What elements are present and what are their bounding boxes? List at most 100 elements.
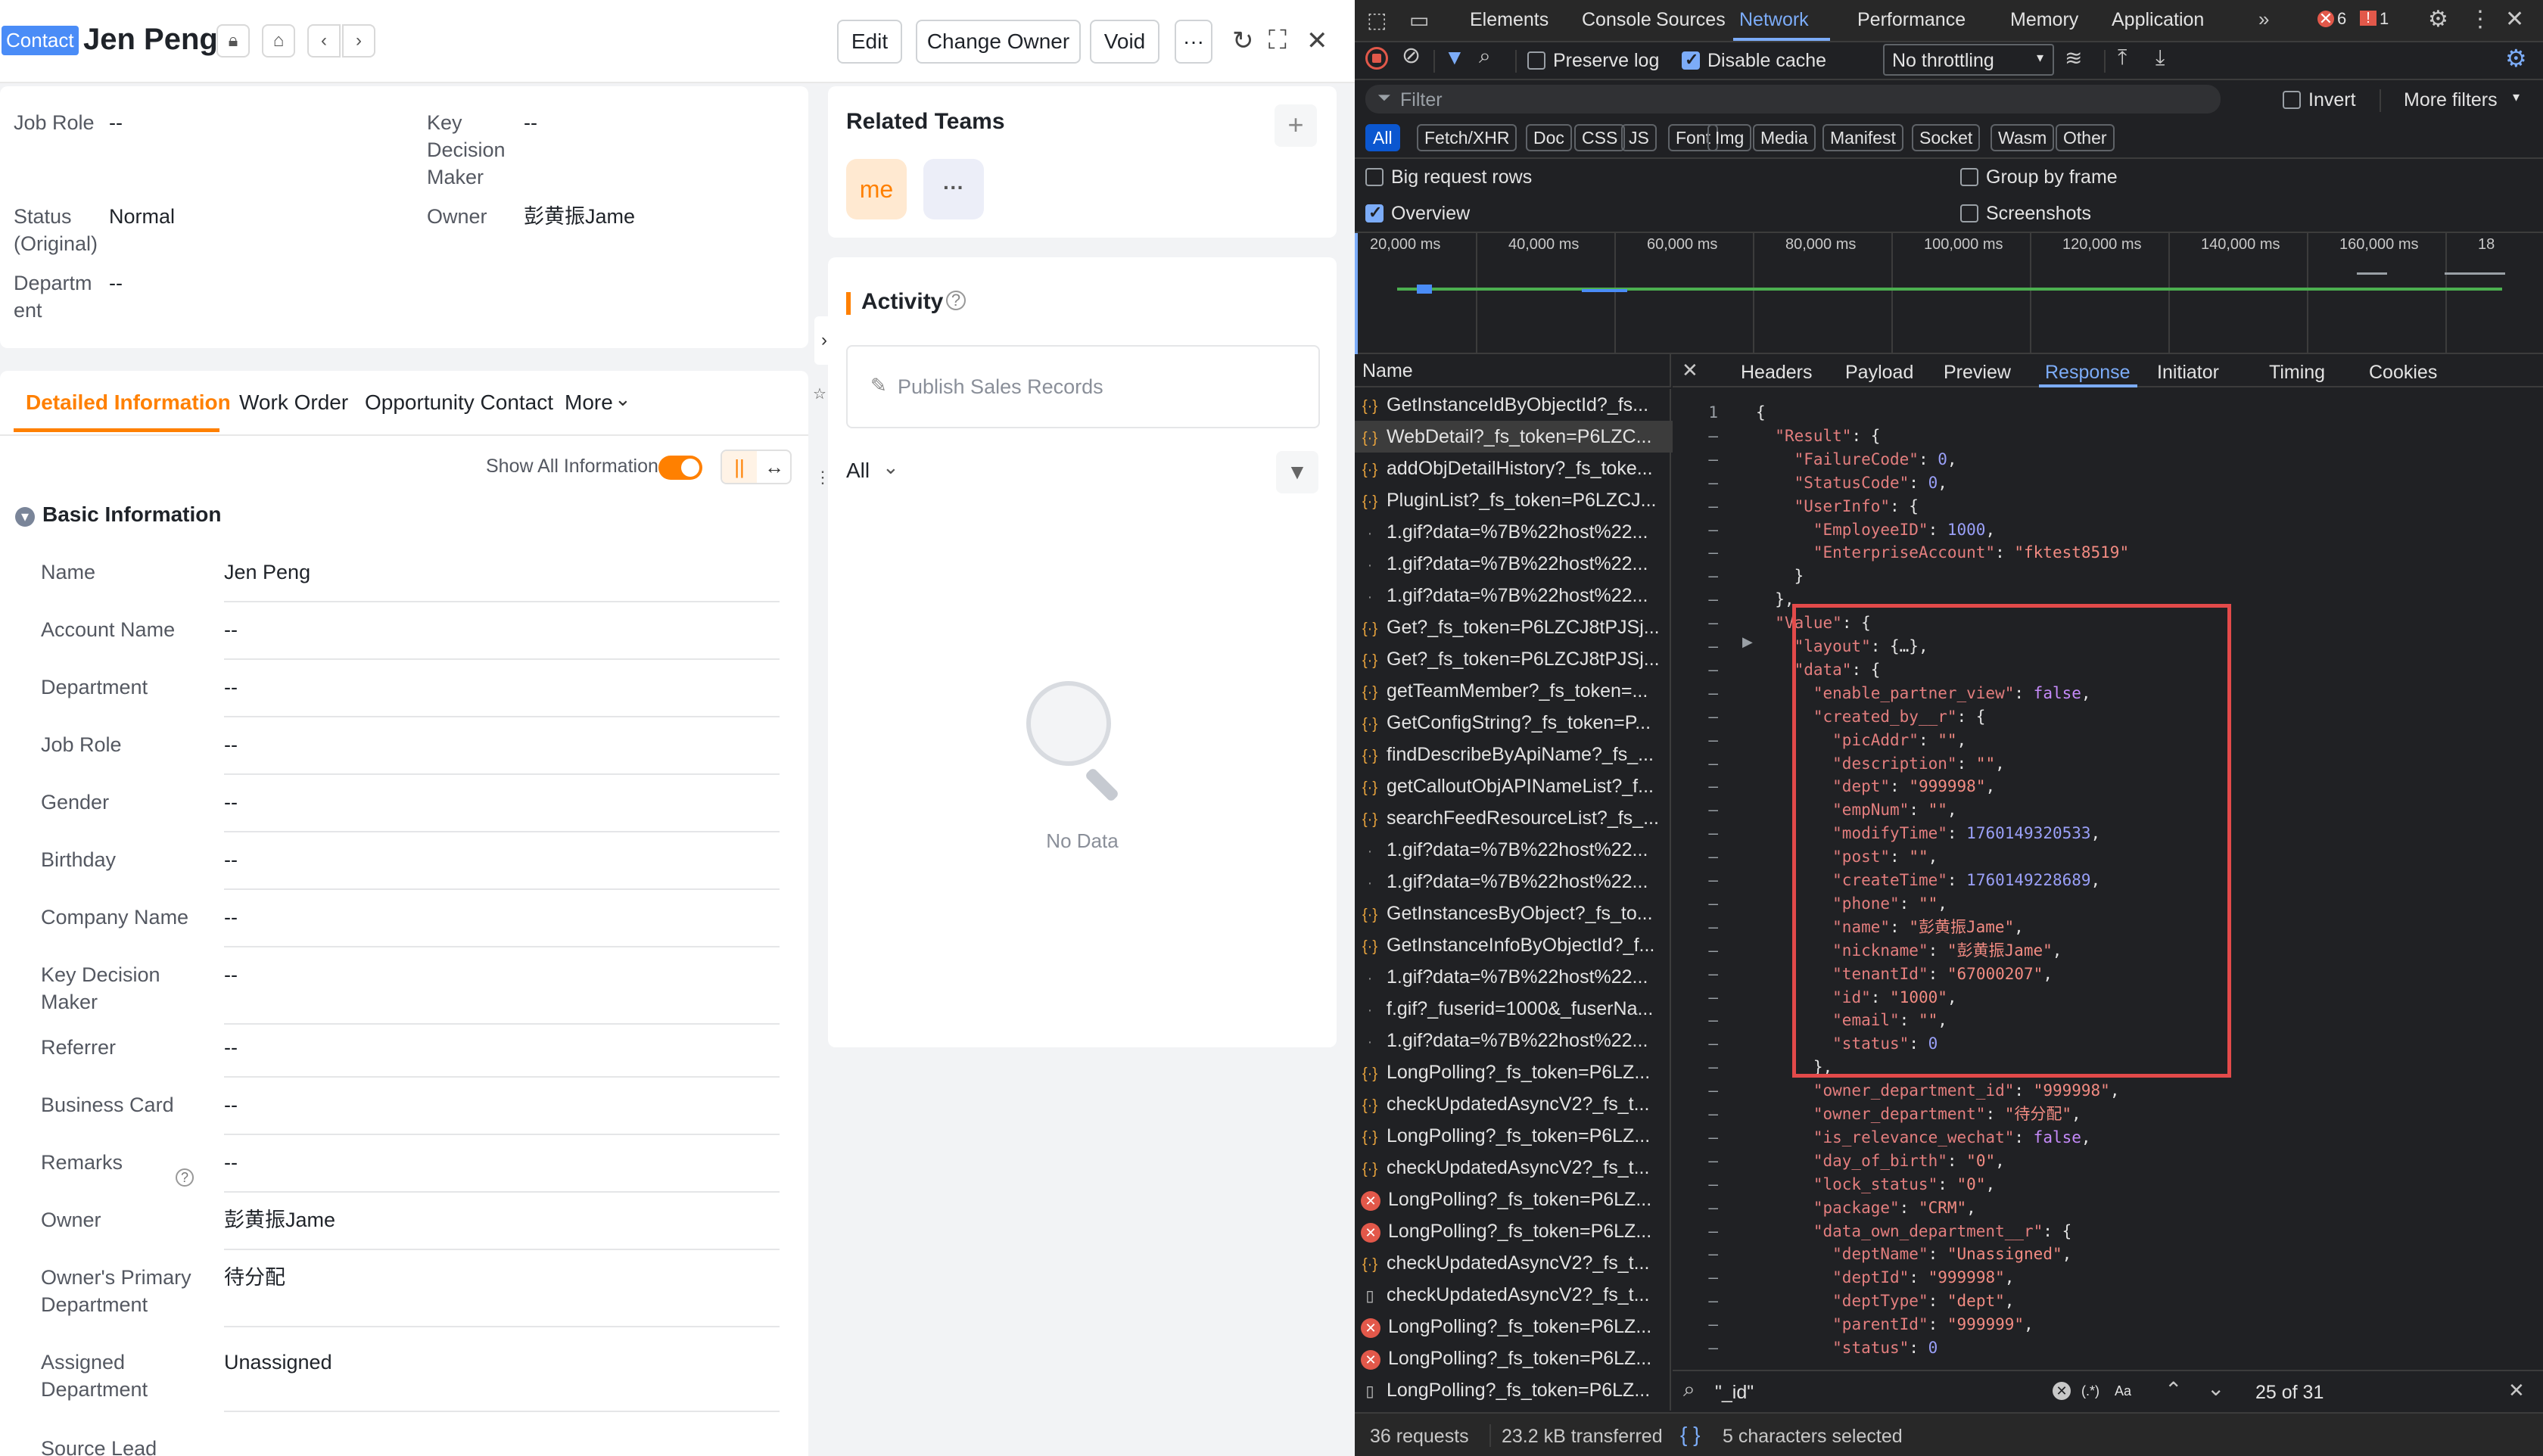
type-filter-manifest[interactable]: Manifest bbox=[1822, 124, 1903, 151]
request-row[interactable]: ▯ LongPolling?_fs_token=P6LZ... bbox=[1361, 1374, 1679, 1406]
request-row[interactable]: · 1.gif?data=%7B%22host%22... bbox=[1361, 834, 1679, 866]
field-value[interactable]: -- bbox=[224, 731, 238, 758]
devtools-tab[interactable]: Console bbox=[1582, 9, 1651, 31]
field-value[interactable]: 彭黄振Jame bbox=[224, 1206, 335, 1234]
big-request-rows-checkbox[interactable] bbox=[1365, 168, 1384, 186]
request-row[interactable]: {·} GetInstanceIdByObjectId?_fs... bbox=[1361, 389, 1679, 421]
request-row[interactable]: {·} PluginList?_fs_token=P6LZCJ... bbox=[1361, 484, 1679, 516]
detail-tab[interactable]: Headers bbox=[1741, 362, 1813, 384]
type-filter-socket[interactable]: Socket bbox=[1912, 124, 1981, 151]
show-all-toggle[interactable] bbox=[658, 456, 702, 480]
filter-input[interactable]: ⏷ Filter bbox=[1365, 85, 2221, 114]
detail-tab[interactable]: Initiator bbox=[2157, 362, 2219, 384]
request-row[interactable]: {·} getTeamMember?_fs_token=... bbox=[1361, 675, 1679, 707]
close-detail-icon[interactable]: ✕ bbox=[1682, 359, 1698, 382]
request-row[interactable]: {·} GetConfigString?_fs_token=P... bbox=[1361, 707, 1679, 739]
next-record-icon[interactable]: › bbox=[342, 24, 375, 58]
close-icon[interactable]: ✕ bbox=[1306, 26, 1328, 56]
request-row[interactable]: {·} Get?_fs_token=P6LZCJ8tPJSj... bbox=[1361, 611, 1679, 643]
clear-icon[interactable]: ⊘ bbox=[1402, 42, 1421, 69]
help-icon[interactable]: ? bbox=[946, 291, 966, 310]
previous-match-icon[interactable]: ⌃ bbox=[2165, 1377, 2182, 1402]
more-actions-button[interactable]: ··· bbox=[1175, 20, 1212, 64]
request-row[interactable]: ✕ LongPolling?_fs_token=P6LZ... bbox=[1361, 1311, 1679, 1342]
layout-switch[interactable]: || ↔ bbox=[721, 450, 792, 484]
request-row[interactable]: {·} addObjDetailHistory?_fs_toke... bbox=[1361, 453, 1679, 484]
request-row[interactable]: {·} checkUpdatedAsyncV2?_fs_t... bbox=[1361, 1152, 1679, 1184]
tab-work-order[interactable]: Work Order bbox=[239, 390, 348, 415]
type-filter-wasm[interactable]: Wasm bbox=[1991, 124, 2055, 151]
field-value[interactable]: -- bbox=[224, 961, 238, 988]
prev-record-icon[interactable]: ‹ bbox=[307, 24, 341, 58]
more-tabs-icon[interactable]: » bbox=[2258, 8, 2269, 31]
fullscreen-icon[interactable]: ⛶ bbox=[1268, 26, 1287, 55]
detail-tab[interactable]: Preview bbox=[1944, 362, 2011, 384]
activity-filter-select[interactable]: All bbox=[846, 459, 870, 483]
tab-opportunity-contact[interactable]: Opportunity Contact bbox=[365, 390, 553, 415]
match-case-toggle[interactable]: Aa bbox=[2115, 1383, 2131, 1399]
close-search-icon[interactable]: ✕ bbox=[2508, 1379, 2525, 1402]
preserve-log-checkbox[interactable] bbox=[1527, 51, 1545, 70]
request-row[interactable]: ▯ checkUpdatedAsyncV2?_fs_t... bbox=[1361, 1279, 1679, 1311]
tag-icon[interactable]: ⌂ bbox=[262, 24, 295, 58]
help-icon[interactable]: ? bbox=[176, 1168, 194, 1187]
type-filter-media[interactable]: Media bbox=[1753, 124, 1816, 151]
field-value[interactable]: -- bbox=[224, 789, 238, 816]
type-filter-other[interactable]: Other bbox=[2056, 124, 2115, 151]
request-row[interactable]: ✕ LongPolling?_fs_token=P6LZ... bbox=[1361, 1215, 1679, 1247]
refresh-icon[interactable]: ↻ bbox=[1232, 26, 1254, 56]
request-row[interactable]: {·} Get?_fs_token=P6LZCJ8tPJSj... bbox=[1361, 643, 1679, 675]
request-row[interactable]: {·} WebDetail?_fs_token=P6LZC... bbox=[1355, 421, 1673, 453]
regex-toggle[interactable]: (.*) bbox=[2081, 1383, 2099, 1399]
close-devtools-icon[interactable]: ✕ bbox=[2505, 6, 2524, 33]
inspect-element-icon[interactable]: ⬚ bbox=[1367, 8, 1387, 33]
request-row[interactable]: · 1.gif?data=%7B%22host%22... bbox=[1361, 516, 1679, 548]
network-conditions-icon[interactable]: ≋ bbox=[2065, 45, 2082, 70]
screenshots-checkbox[interactable] bbox=[1960, 204, 1978, 222]
warning-icon[interactable]: ! bbox=[2360, 11, 2376, 26]
lock-icon[interactable]: 🔒︎ bbox=[216, 24, 250, 58]
request-row[interactable]: ✕ LongPolling?_fs_token=P6LZ... bbox=[1361, 1184, 1679, 1215]
detail-tab[interactable]: Timing bbox=[2269, 362, 2325, 384]
request-row[interactable]: {·} LongPolling?_fs_token=P6LZ... bbox=[1361, 1056, 1679, 1088]
detail-tab[interactable]: Cookies bbox=[2369, 362, 2437, 384]
request-row[interactable]: · 1.gif?data=%7B%22host%22... bbox=[1361, 580, 1679, 611]
type-filter-img[interactable]: Img bbox=[1707, 124, 1752, 151]
field-value[interactable]: -- bbox=[224, 904, 238, 931]
overview-timeline[interactable]: 20,000 ms 40,000 ms 60,000 ms 80,000 ms 100,… bbox=[1355, 232, 2543, 354]
field-value[interactable]: Jen Peng bbox=[224, 558, 310, 586]
more-members-button[interactable]: ··· bbox=[923, 159, 984, 219]
request-row[interactable]: {·} checkUpdatedAsyncV2?_fs_t... bbox=[1361, 1247, 1679, 1279]
devtools-tab[interactable]: Application bbox=[2112, 9, 2204, 31]
type-filter-all[interactable]: All bbox=[1365, 124, 1400, 151]
expand-width-icon[interactable]: ↔ bbox=[757, 451, 792, 483]
void-button[interactable]: Void bbox=[1090, 20, 1159, 64]
request-row[interactable]: {·} checkUpdatedAsyncV2?_fs_t... bbox=[1361, 1088, 1679, 1120]
request-row[interactable]: · 1.gif?data=%7B%22host%22... bbox=[1361, 866, 1679, 898]
request-row[interactable]: {·} findDescribeByApiName?_fs_... bbox=[1361, 739, 1679, 770]
change-owner-button[interactable]: Change Owner bbox=[916, 20, 1081, 64]
field-value[interactable]: -- bbox=[224, 1149, 238, 1176]
export-har-icon[interactable]: ⤓ bbox=[2155, 45, 2165, 70]
throttling-select[interactable]: No throttling ▾ bbox=[1883, 44, 2054, 76]
type-filter-fetch-xhr[interactable]: Fetch/XHR bbox=[1417, 124, 1517, 151]
filter-icon[interactable]: ▼ bbox=[1444, 45, 1465, 70]
devtools-tab[interactable]: Elements bbox=[1470, 9, 1549, 31]
kebab-menu-icon[interactable]: ⋮ bbox=[2469, 6, 2492, 33]
request-row[interactable]: · 1.gif?data=%7B%22host%22... bbox=[1361, 548, 1679, 580]
type-filter-js[interactable]: JS bbox=[1621, 124, 1657, 151]
filter-icon[interactable]: ▼ bbox=[1276, 451, 1318, 493]
field-value[interactable]: -- bbox=[224, 846, 238, 873]
type-filter-doc[interactable]: Doc bbox=[1526, 124, 1572, 151]
warning-count[interactable]: 1 bbox=[2380, 9, 2389, 29]
field-value[interactable]: -- bbox=[224, 1091, 238, 1118]
search-input[interactable]: "_id" bbox=[1715, 1382, 1754, 1404]
two-column-icon[interactable]: || bbox=[722, 451, 757, 483]
request-row[interactable]: {·} LongPolling?_fs_token=P6LZ... bbox=[1361, 1120, 1679, 1152]
network-settings-icon[interactable]: ⚙ bbox=[2505, 44, 2527, 73]
devtools-tab[interactable]: Memory bbox=[2010, 9, 2078, 31]
more-filters-button[interactable]: More filters bbox=[2404, 89, 2498, 111]
devtools-tab[interactable]: Sources bbox=[1656, 9, 1726, 31]
invert-checkbox[interactable] bbox=[2283, 91, 2301, 109]
search-icon[interactable]: ⌕ bbox=[1479, 44, 1491, 69]
